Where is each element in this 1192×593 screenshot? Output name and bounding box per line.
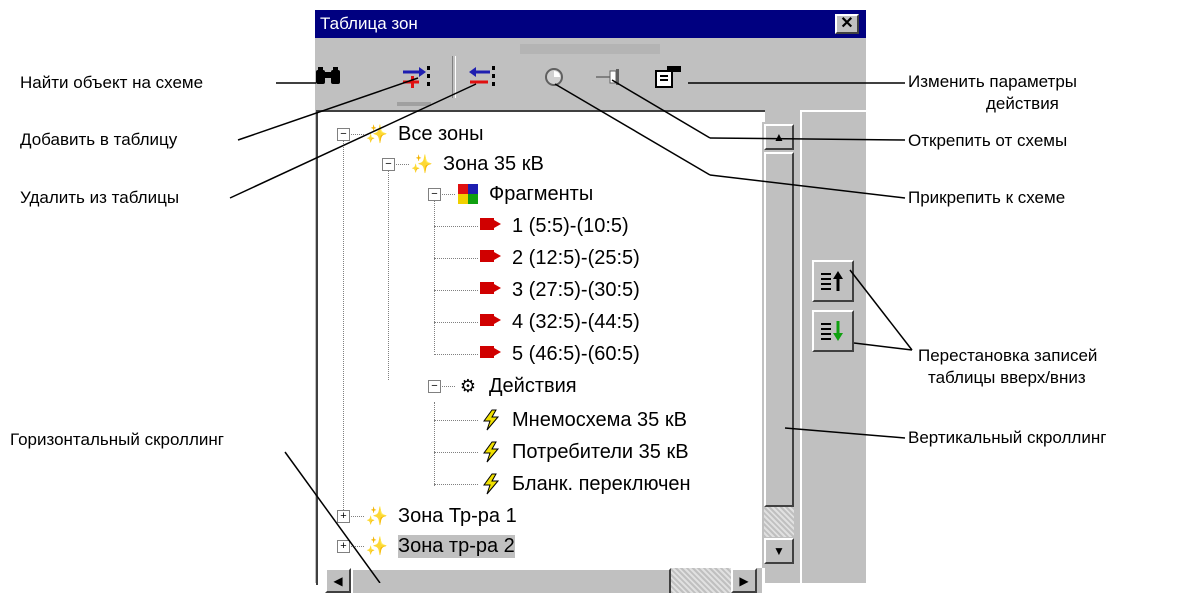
annotation-params-1: Изменить параметры (908, 72, 1078, 91)
annotation-add: Добавить в таблицу (20, 130, 178, 149)
annotation-vscroll: Вертикальный скроллинг (908, 428, 1107, 447)
annotation-reorder-2: таблицы вверх/вниз (928, 368, 1086, 387)
annotation-delete: Удалить из таблицы (20, 188, 180, 207)
annotation-hscroll: Горизонтальный скроллинг (10, 430, 224, 449)
annotation-attach: Прикрепить к схеме (908, 188, 1066, 207)
annotation-reorder-1: Перестановка записей (918, 346, 1098, 365)
annotation-params-2: действия (986, 94, 1059, 113)
annotation-find: Найти объект на схеме (20, 73, 204, 92)
annotation-detach: Открепить от схемы (908, 131, 1068, 150)
